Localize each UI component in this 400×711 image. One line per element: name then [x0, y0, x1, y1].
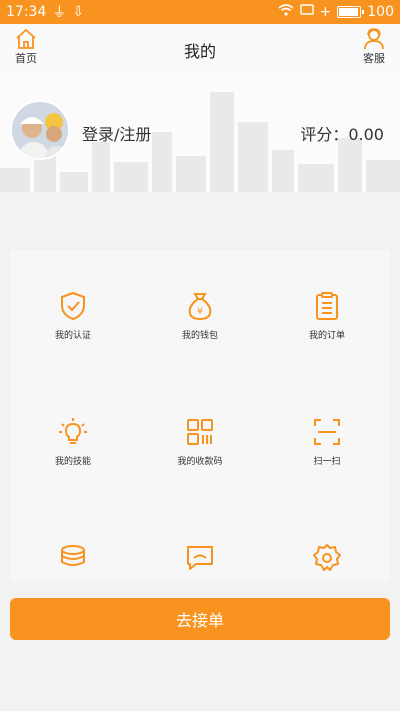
profile-card: 登录/注册 评分：0.00: [0, 72, 400, 218]
chat-icon: [187, 546, 213, 570]
svg-text:¥: ¥: [197, 307, 203, 317]
clipboard-list-icon: [316, 292, 338, 320]
grid-item-coins[interactable]: [10, 542, 136, 580]
headset-icon: [364, 28, 384, 50]
settings-icon: [313, 544, 341, 571]
grid-item-scan[interactable]: 扫一扫: [264, 416, 390, 467]
feature-grid: 我的认证 ¥ 我的钱包 我的订单 我的技能 我的收款码 扫一扫: [10, 250, 390, 580]
grid-label-wallet: 我的钱包: [181, 331, 218, 341]
grid-item-wallet[interactable]: ¥ 我的钱包: [137, 290, 263, 341]
battery-percent: 100: [367, 4, 394, 20]
lightbulb-icon: [59, 418, 87, 444]
login-register-link[interactable]: 登录/注册: [82, 121, 151, 145]
screen-icon: [299, 4, 314, 20]
page-title: 我的: [183, 42, 216, 61]
charging-icon: +: [319, 4, 332, 20]
grid-label-payment-code: 我的收款码: [177, 457, 223, 467]
grid-item-payment-code[interactable]: 我的收款码: [137, 416, 263, 467]
avatar[interactable]: [10, 100, 70, 160]
coins-icon: [61, 545, 85, 566]
grid-item-skills[interactable]: 我的技能: [10, 416, 136, 467]
shield-check-icon: [61, 291, 85, 321]
grid-item-settings[interactable]: [264, 542, 390, 580]
usb-icon: ⏚: [52, 5, 67, 21]
battery-icon: [337, 6, 365, 18]
customer-service-label: 客服: [363, 52, 385, 65]
grid-label-skills: 我的技能: [54, 457, 91, 467]
grid-item-certification[interactable]: 我的认证: [10, 290, 136, 341]
download-icon: ⇩: [72, 4, 85, 20]
rating-score: 评分：0.00: [300, 125, 384, 144]
grid-item-orders[interactable]: 我的订单: [264, 290, 390, 341]
grid-item-messages[interactable]: [137, 542, 263, 580]
status-time: 17:34: [6, 4, 47, 20]
accept-orders-button[interactable]: 去接单: [10, 598, 390, 640]
grid-label-orders: 我的订单: [308, 331, 345, 341]
wifi-icon: [278, 4, 294, 20]
grid-label-scan: 扫一扫: [313, 457, 341, 467]
header: 首页 我的 客服: [0, 24, 400, 72]
scan-icon: [314, 419, 340, 445]
grid-label-certification: 我的认证: [54, 331, 91, 341]
qr-code-icon: [187, 419, 213, 445]
customer-service-button[interactable]: 客服: [354, 28, 394, 66]
status-bar: 17:34 ⏚ ⇩ + 100: [0, 0, 400, 24]
money-bag-icon: ¥: [188, 293, 212, 321]
